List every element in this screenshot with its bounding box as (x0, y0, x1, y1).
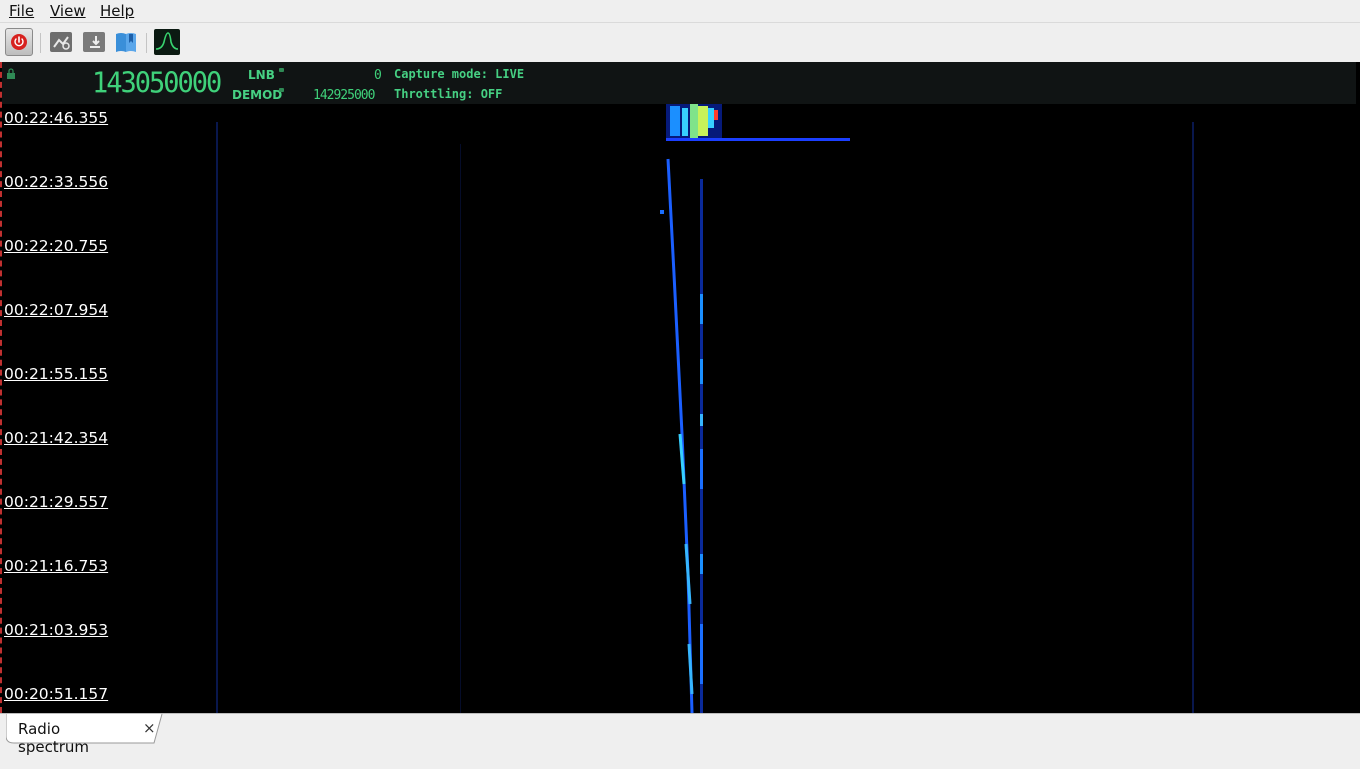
timestamp-label: 00:22:07.954 (4, 301, 109, 319)
power-icon (11, 34, 27, 50)
demod-lock-icon[interactable] (279, 88, 284, 92)
toolbar-separator (40, 33, 41, 53)
timestamp-label: 00:22:33.556 (4, 173, 109, 191)
spectrum-button[interactable] (153, 28, 181, 56)
spectrum-workspace: 143050000 LNB 0 DEMOD 142925000 Capture … (0, 62, 1360, 713)
timestamp-label: 00:20:51.157 (4, 685, 109, 703)
timestamp-label: 00:21:29.557 (4, 493, 109, 511)
menu-help[interactable]: Help (100, 1, 134, 21)
menu-file[interactable]: File (9, 1, 34, 21)
frequency-header: 143050000 LNB 0 DEMOD 142925000 Capture … (2, 62, 1356, 104)
menu-bar: File View Help (0, 0, 1360, 22)
throttling-status: Throttling: OFF (394, 87, 503, 101)
timestamp-label: 00:22:46.355 (4, 109, 109, 127)
demod-frequency[interactable]: 142925000 (313, 88, 375, 103)
lnb-label: LNB (248, 68, 275, 82)
bookmarks-button[interactable] (112, 28, 140, 56)
lnb-lock-icon[interactable] (279, 68, 284, 72)
timestamp-label: 00:21:03.953 (4, 621, 109, 639)
settings-icon (50, 32, 72, 52)
waterfall-display[interactable]: 00:22:46.355 00:22:33.556 00:22:20.755 0… (2, 104, 1356, 713)
menu-view[interactable]: View (50, 1, 86, 21)
spectrum-icon (154, 29, 180, 55)
lnb-frequency[interactable]: 0 (374, 68, 382, 83)
tab-label: Radio spectrum (18, 720, 89, 756)
center-frequency-display[interactable]: 143050000 (92, 67, 222, 100)
source-settings-button[interactable] (47, 28, 75, 56)
toolbar-separator (146, 33, 147, 53)
close-icon[interactable]: × (143, 719, 156, 737)
menu-help-label: Help (100, 2, 135, 20)
timestamp-label: 00:21:42.354 (4, 429, 109, 447)
waterfall-graphic (2, 104, 1356, 713)
menu-file-label: File (9, 2, 35, 20)
import-icon (83, 32, 105, 52)
lock-icon[interactable] (6, 68, 16, 80)
bookmarks-icon (116, 33, 136, 52)
timestamp-label: 00:21:55.155 (4, 365, 109, 383)
menu-view-label: View (50, 2, 86, 20)
timestamp-label: 00:22:20.755 (4, 237, 109, 255)
timestamp-label: 00:21:16.753 (4, 557, 109, 575)
toolbar (0, 22, 1360, 63)
capture-mode-status: Capture mode: LIVE (394, 67, 525, 81)
import-button[interactable] (80, 28, 108, 56)
demod-label: DEMOD (232, 88, 283, 102)
tab-bar: Radio spectrum × (0, 713, 1360, 769)
power-button[interactable] (5, 28, 33, 56)
